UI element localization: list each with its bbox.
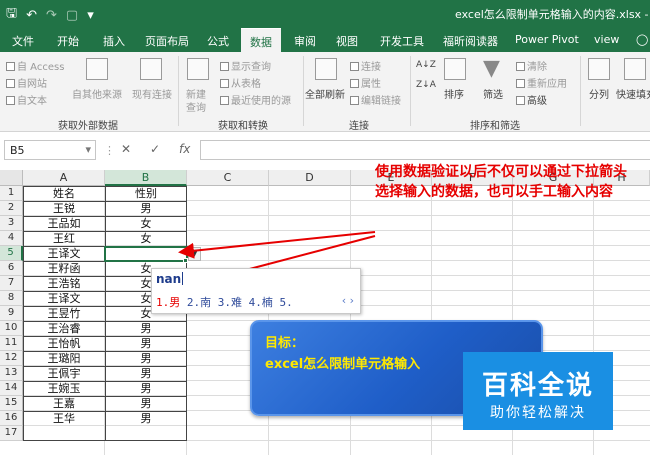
watermark-title: 百科全说 [481,371,594,401]
ime-candidate-box: nan 1.男 2.南 3.难 4.楠 5. ‹ › [151,268,361,314]
goal-text: excel怎么限制单元格输入 [265,357,421,372]
text-caret [182,272,184,285]
arrow-to-cell [178,231,376,259]
ime-candidates[interactable]: 1.男 2.南 3.难 4.楠 5. [156,294,293,310]
watermark-logo: 百科全说 助你轻松解决 [463,352,613,430]
goal-label: 目标： [265,336,305,351]
ime-page-nav[interactable]: ‹ › [342,294,354,307]
ime-composition: nan [156,272,184,286]
watermark-subtitle: 助你轻松解决 [490,405,586,421]
